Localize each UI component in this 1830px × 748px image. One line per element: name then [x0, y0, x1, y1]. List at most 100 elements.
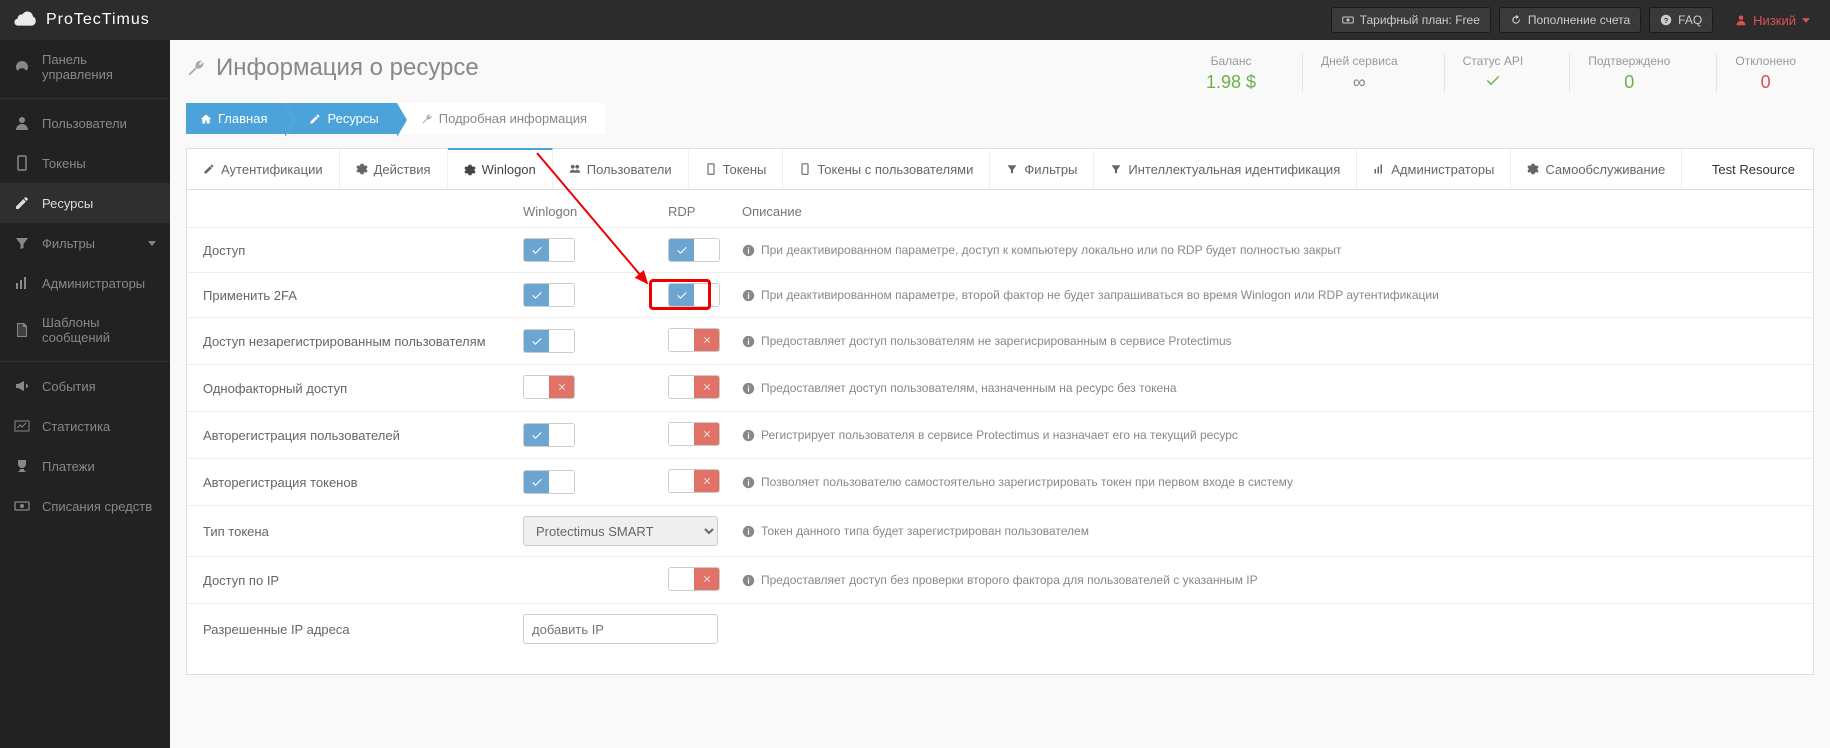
toggle-onefactor-winlogon[interactable] [523, 375, 575, 399]
tablet-icon [14, 155, 30, 171]
sidebar-item-templates[interactable]: Шаблоны сообщений [0, 303, 170, 357]
refill-button[interactable]: Пополнение счета [1499, 7, 1641, 33]
sidebar-item-events[interactable]: События [0, 366, 170, 406]
trophy-icon [14, 458, 30, 474]
row-autoreg-tokens: Авторегистрация токенов Позволяет пользо… [187, 458, 1813, 505]
sidebar-item-tokens[interactable]: Токены [0, 143, 170, 183]
tab-selfservice[interactable]: Самообслуживание [1511, 150, 1682, 189]
toggle-onefactor-rdp[interactable] [668, 375, 720, 399]
allowed-ip-input[interactable] [523, 614, 718, 644]
col-header-rdp: RDP [668, 204, 742, 219]
stats-bar: Баланс1.98 $ Дней сервиса∞ Статус API По… [1188, 54, 1814, 93]
row-autoreg-users: Авторегистрация пользователей Регистриру… [187, 411, 1813, 458]
tablet-icon [705, 163, 717, 175]
tab-intel[interactable]: Интеллектуальная идентификация [1094, 150, 1357, 189]
row-label: Доступ [203, 243, 523, 258]
filter-icon [14, 235, 30, 251]
info-icon [742, 244, 755, 257]
caret-down-icon [1802, 18, 1810, 23]
tab-admins[interactable]: Администраторы [1357, 150, 1511, 189]
stat-confirmed: Подтверждено0 [1569, 54, 1688, 93]
toggle-access-rdp[interactable] [668, 238, 720, 262]
check-icon [676, 289, 688, 301]
x-icon [701, 381, 713, 393]
sidebar-item-resources[interactable]: Ресурсы [0, 183, 170, 223]
breadcrumb-home[interactable]: Главная [186, 103, 285, 134]
breadcrumb-resources[interactable]: Ресурсы [285, 103, 396, 134]
stat-days: Дней сервиса∞ [1302, 54, 1416, 93]
toggle-autoreg-users-winlogon[interactable] [523, 423, 575, 447]
tab-users[interactable]: Пользователи [553, 150, 689, 189]
gear-icon [464, 164, 476, 176]
token-type-select[interactable]: Protectimus SMART [523, 516, 718, 546]
gear-icon [356, 163, 368, 175]
toggle-2fa-winlogon[interactable] [523, 283, 575, 307]
money-icon [14, 498, 30, 514]
sidebar-item-dashboard[interactable]: Панель управления [0, 40, 170, 94]
bullhorn-icon [14, 378, 30, 394]
money-icon [1342, 14, 1354, 26]
edit-icon [14, 195, 30, 211]
logo-text: ProTecTimus [46, 11, 150, 29]
info-icon [742, 574, 755, 587]
check-icon [531, 429, 543, 441]
toggle-unreg-rdp[interactable] [668, 328, 720, 352]
stat-rejected: Отклонено0 [1716, 54, 1814, 93]
sidebar-item-admins[interactable]: Администраторы [0, 263, 170, 303]
row-label: Применить 2FA [203, 288, 523, 303]
check-icon [531, 335, 543, 347]
toggle-unreg-winlogon[interactable] [523, 329, 575, 353]
check-icon [1485, 72, 1501, 88]
tab-filters[interactable]: Фильтры [990, 150, 1094, 189]
home-icon [200, 113, 212, 125]
sidebar-item-payments[interactable]: Платежи [0, 446, 170, 486]
toggle-autoreg-tokens-rdp[interactable] [668, 469, 720, 493]
tab-content: Winlogon RDP Описание Доступ При деактив… [187, 190, 1813, 674]
tab-tokens[interactable]: Токены [689, 150, 784, 189]
faq-button[interactable]: FAQ [1649, 7, 1713, 33]
tab-winlogon[interactable]: Winlogon [448, 148, 553, 189]
row-label: Разрешенные IP адреса [203, 622, 523, 637]
row-label: Доступ незарегистрированным пользователя… [203, 334, 523, 349]
row-unreg: Доступ незарегистрированным пользователя… [187, 317, 1813, 364]
user-icon [1735, 14, 1747, 26]
tab-actions[interactable]: Действия [340, 150, 448, 189]
wrench-icon [186, 58, 206, 78]
row-onefactor: Однофакторный доступ Предоставляет досту… [187, 364, 1813, 411]
row-token-type: Тип токена Protectimus SMART Токен данно… [187, 505, 1813, 556]
check-icon [531, 476, 543, 488]
toggle-autoreg-users-rdp[interactable] [668, 422, 720, 446]
edit-icon [309, 113, 321, 125]
x-icon [701, 334, 713, 346]
bars-icon [14, 275, 30, 291]
row-ip-access: Доступ по IP Предоставляет доступ без пр… [187, 556, 1813, 603]
tabs-container: Аутентификации Действия Winlogon Пользов… [186, 148, 1814, 675]
tab-auth[interactable]: Аутентификации [187, 150, 340, 189]
tab-tokens-users[interactable]: Токены с пользователями [783, 150, 990, 189]
bars-icon [1373, 163, 1385, 175]
sidebar-item-stats[interactable]: Статистика [0, 406, 170, 446]
page-title: Информация о ресурсе [186, 54, 479, 82]
sidebar-item-users[interactable]: Пользователи [0, 103, 170, 143]
toggle-2fa-rdp[interactable] [668, 283, 720, 307]
sidebar-item-billing[interactable]: Списания средств [0, 486, 170, 526]
toggle-autoreg-tokens-winlogon[interactable] [523, 470, 575, 494]
row-apply2fa: Применить 2FA При деактивированном парам… [187, 272, 1813, 317]
row-allowed-ip: Разрешенные IP адреса [187, 603, 1813, 654]
toggle-access-winlogon[interactable] [523, 238, 575, 262]
edit-icon [203, 163, 215, 175]
sidebar-item-filters[interactable]: Фильтры [0, 223, 170, 263]
sidebar: Панель управления Пользователи Токены Ре… [0, 40, 170, 748]
x-icon [556, 381, 568, 393]
info-icon [742, 429, 755, 442]
tabs: Аутентификации Действия Winlogon Пользов… [187, 149, 1813, 190]
toggle-ip-access-rdp[interactable] [668, 567, 720, 591]
resource-name: Test Resource [1694, 162, 1813, 177]
tariff-button[interactable]: Тарифный план: Free [1331, 7, 1491, 33]
info-icon [742, 525, 755, 538]
row-label: Доступ по IP [203, 573, 523, 588]
user-menu[interactable]: Низкий [1727, 8, 1818, 33]
wrench-icon [421, 113, 433, 125]
check-icon [676, 244, 688, 256]
row-label: Авторегистрация пользователей [203, 428, 523, 443]
